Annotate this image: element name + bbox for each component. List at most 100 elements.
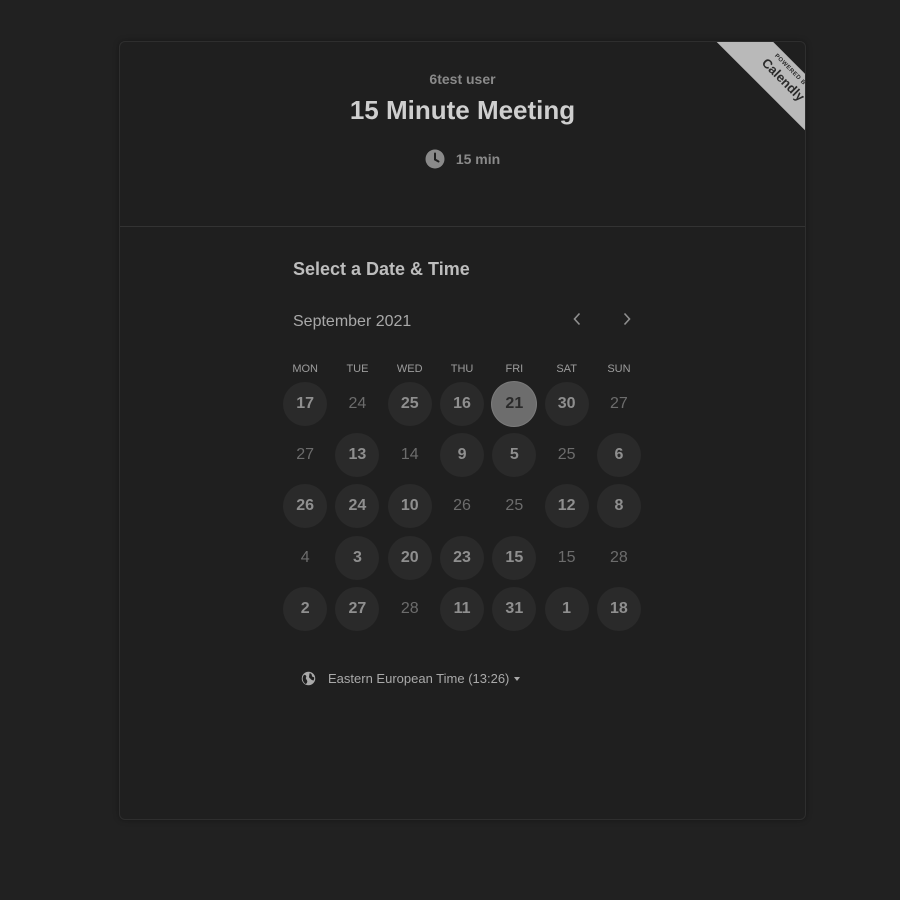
calendar-day-cell: 26 bbox=[436, 481, 488, 532]
calendar-day-available[interactable]: 11 bbox=[440, 587, 485, 632]
calendar-day-unavailable: 26 bbox=[453, 497, 471, 515]
calendar-day-available[interactable]: 13 bbox=[335, 433, 380, 478]
calendar-day-unavailable: 14 bbox=[400, 446, 419, 464]
calendar-day-cell: 20 bbox=[384, 532, 436, 583]
calendar-day-available[interactable]: 24 bbox=[335, 484, 380, 529]
calendar-day-cell: 9 bbox=[436, 429, 488, 480]
calendar-day-cell: 27 bbox=[279, 429, 331, 480]
calendar-day-cell: 15 bbox=[540, 532, 592, 583]
badge-brand: Calendly bbox=[758, 55, 806, 105]
calendar-day-cell: 13 bbox=[331, 429, 383, 480]
calendar-day-available[interactable]: 30 bbox=[544, 381, 589, 426]
duration-row: 15 min bbox=[120, 149, 805, 169]
weekday-label: THU bbox=[450, 363, 474, 375]
calendar-day-available[interactable]: 23 bbox=[440, 535, 485, 580]
weekday-header: MON TUE WED THU FRI SAT SUN bbox=[279, 360, 645, 378]
calendar-day-cell: 4 bbox=[279, 532, 331, 583]
calendar-day-available[interactable]: 8 bbox=[596, 484, 641, 529]
calendar-day-available[interactable]: 17 bbox=[283, 381, 328, 426]
calendar-day-available[interactable]: 31 bbox=[492, 587, 537, 632]
calendar-day-cell: 25 bbox=[384, 378, 436, 429]
month-label: September 2021 bbox=[293, 313, 412, 330]
calendar-day-cell: 16 bbox=[436, 378, 488, 429]
calendar-day-cell: 6 bbox=[593, 429, 645, 480]
calendar-day-cell: 10 bbox=[384, 481, 436, 532]
timezone-label: Eastern European Time (13:26) bbox=[328, 671, 510, 686]
calendar-day-cell: 28 bbox=[384, 584, 436, 635]
calendar-week-row: 17 24 25 16 21 30 27 bbox=[279, 378, 645, 429]
calendar-day-available[interactable]: 5 bbox=[492, 433, 537, 478]
calendar-day-available[interactable]: 25 bbox=[387, 381, 432, 426]
calendar-week-row: 27 13 14 9 5 25 6 bbox=[279, 429, 645, 480]
calendar-day-unavailable: 15 bbox=[557, 548, 576, 566]
calendar-day-cell: 24 bbox=[331, 378, 383, 429]
calendar-day-cell: 23 bbox=[436, 532, 488, 583]
caret-down-icon bbox=[514, 677, 521, 681]
calendar-day-available[interactable]: 15 bbox=[492, 535, 537, 580]
duration-text: 15 min bbox=[455, 151, 501, 167]
calendar-day-unavailable: 25 bbox=[505, 497, 524, 515]
calendar-weeks: 17 24 25 16 21 30 27 27 13 14 9 5 25 6 26 24 10 26 25 12 8 4 3… bbox=[279, 378, 645, 635]
weekday-label: WED bbox=[396, 363, 423, 375]
calendar-day-available[interactable]: 20 bbox=[387, 535, 432, 580]
calendar-day-unavailable: 25 bbox=[557, 446, 576, 464]
calendar-day-cell: 21 bbox=[488, 378, 540, 429]
calendar-day-cell: 8 bbox=[593, 481, 645, 532]
weekday-label: SAT bbox=[556, 363, 577, 375]
calendar-day-unavailable: 24 bbox=[348, 394, 367, 412]
globe-icon bbox=[301, 671, 316, 686]
event-header: 6test user 15 Minute Meeting 15 min POWE… bbox=[120, 42, 805, 227]
chevron-right-icon bbox=[622, 312, 632, 331]
calendar-day-cell: 31 bbox=[488, 584, 540, 635]
calendar-day-available[interactable]: 27 bbox=[335, 587, 380, 632]
calendar-day-cell: 27 bbox=[593, 378, 645, 429]
previous-month-button[interactable] bbox=[564, 308, 590, 334]
calendar-day-available[interactable]: 1 bbox=[544, 587, 589, 632]
calendar-day-cell: 25 bbox=[540, 429, 592, 480]
calendar-day-available[interactable]: 9 bbox=[440, 433, 485, 478]
weekday-label: SUN bbox=[607, 363, 631, 375]
booking-card: 6test user 15 Minute Meeting 15 min POWE… bbox=[119, 41, 806, 820]
calendar-day-cell: 30 bbox=[540, 378, 592, 429]
calendar-day-cell: 26 bbox=[279, 481, 331, 532]
calendar-day-available[interactable]: 16 bbox=[440, 381, 485, 426]
calendar-day-cell: 18 bbox=[593, 584, 645, 635]
calendar-day-available[interactable]: 26 bbox=[283, 484, 328, 529]
calendar-week-row: 26 24 10 26 25 12 8 bbox=[279, 481, 645, 532]
badge-ribbon: POWERED BY Calendly bbox=[715, 42, 806, 148]
calendar-day-selected[interactable]: 21 bbox=[492, 381, 537, 426]
calendar-day-cell: 14 bbox=[384, 429, 436, 480]
timezone-selector[interactable]: Eastern European Time (13:26) bbox=[301, 671, 521, 686]
calendar-day-cell: 1 bbox=[540, 584, 592, 635]
calendar-day-unavailable: 27 bbox=[296, 446, 315, 464]
weekday-label: FRI bbox=[505, 363, 524, 375]
calendar-day-cell: 11 bbox=[436, 584, 488, 635]
calendar-day-available[interactable]: 12 bbox=[544, 484, 589, 529]
calendar-day-cell: 5 bbox=[488, 429, 540, 480]
calendar-week-row: 4 3 20 23 15 15 28 bbox=[279, 532, 645, 583]
calendar-day-available[interactable]: 18 bbox=[596, 587, 641, 632]
calendar-day-cell: 2 bbox=[279, 584, 331, 635]
calendar-day-unavailable: 28 bbox=[400, 600, 419, 618]
calendar-day-cell: 15 bbox=[488, 532, 540, 583]
weekday-label: TUE bbox=[346, 363, 369, 375]
calendar-day-cell: 24 bbox=[331, 481, 383, 532]
calendar-day-cell: 27 bbox=[331, 584, 383, 635]
calendar-day-cell: 12 bbox=[540, 481, 592, 532]
calendar-day-unavailable: 4 bbox=[300, 548, 310, 566]
calendar-day-available[interactable]: 2 bbox=[283, 587, 328, 632]
next-month-button[interactable] bbox=[614, 308, 640, 334]
calendar-day-unavailable: 28 bbox=[610, 548, 628, 566]
powered-by-calendly-badge[interactable]: POWERED BY Calendly bbox=[699, 42, 806, 148]
calendar-day-available[interactable]: 6 bbox=[596, 433, 641, 478]
calendar-day-cell: 17 bbox=[279, 378, 331, 429]
weekday-label: MON bbox=[292, 363, 318, 375]
calendar-day-available[interactable]: 3 bbox=[335, 535, 380, 580]
section-title: Select a Date & Time bbox=[293, 259, 470, 279]
clock-icon bbox=[425, 149, 445, 169]
calendar-day-cell: 3 bbox=[331, 532, 383, 583]
calendar-day-cell: 28 bbox=[593, 532, 645, 583]
calendar-day-available[interactable]: 10 bbox=[387, 484, 432, 529]
chevron-left-icon bbox=[572, 312, 582, 331]
calendar-day-cell: 25 bbox=[488, 481, 540, 532]
